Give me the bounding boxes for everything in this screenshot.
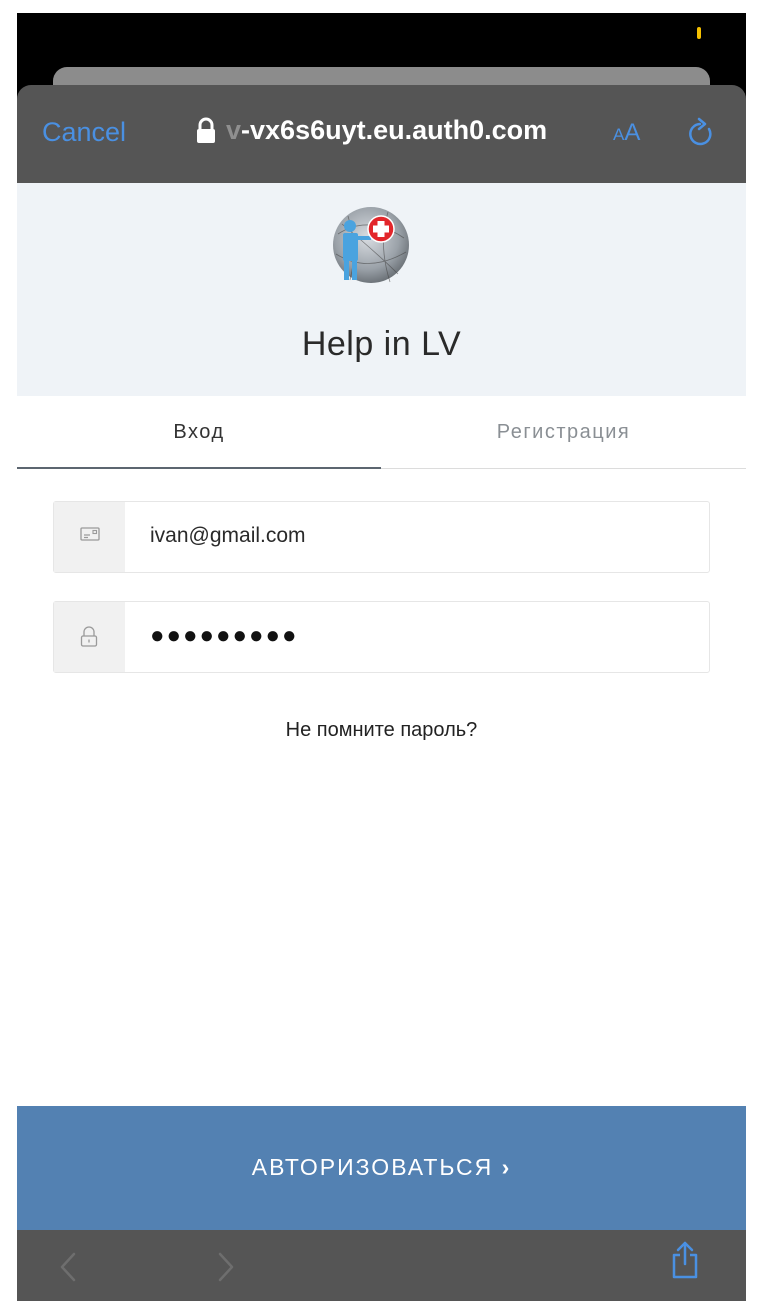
device-screen: Cancel v -vx6s6uyt.eu.auth0.com AA Help … — [17, 13, 746, 1301]
text-size-large-glyph: A — [624, 119, 641, 146]
browser-address-bar: Cancel v -vx6s6uyt.eu.auth0.com AA — [17, 85, 746, 183]
text-size-button[interactable]: AA — [613, 119, 640, 147]
reload-icon[interactable] — [687, 117, 717, 151]
share-icon[interactable] — [669, 1240, 701, 1280]
app-logo — [333, 207, 409, 283]
forward-chevron-icon[interactable] — [217, 1252, 235, 1282]
submit-label-wrap: АВТОРИЗОВАТЬСЯ › — [17, 1154, 746, 1181]
forgot-password-link[interactable]: Не помните пароль? — [17, 719, 746, 742]
login-page: Help in LV Вход Регистрация ivan@gmail.c… — [17, 183, 746, 1301]
auth-tabs: Вход Регистрация — [17, 396, 746, 469]
browser-toolbar — [17, 1230, 746, 1301]
password-field[interactable]: ●●●●●●●●● — [53, 601, 710, 673]
password-value: ●●●●●●●●● — [150, 622, 299, 649]
back-chevron-icon[interactable] — [59, 1252, 77, 1282]
text-size-small-glyph: A — [613, 125, 625, 144]
url-text: -vx6s6uyt.eu.auth0.com — [241, 115, 548, 145]
url-prefix: v — [226, 115, 242, 145]
password-icon-box — [54, 602, 125, 672]
header-panel: Help in LV — [17, 183, 746, 396]
app-title: Help in LV — [301, 325, 462, 363]
email-icon-box — [54, 502, 125, 572]
login-submit-button[interactable]: АВТОРИЗОВАТЬСЯ › — [17, 1106, 746, 1230]
submit-label: АВТОРИЗОВАТЬСЯ — [251, 1154, 494, 1180]
email-value: ivan@gmail.com — [150, 524, 306, 547]
cancel-button[interactable]: Cancel — [42, 117, 126, 148]
email-field[interactable]: ivan@gmail.com — [53, 501, 710, 573]
lock-icon — [197, 117, 215, 143]
tab-login[interactable]: Вход — [17, 396, 381, 469]
chevron-right-icon: › — [501, 1154, 512, 1180]
url-display[interactable]: v -vx6s6uyt.eu.auth0.com — [194, 115, 547, 146]
tab-signup[interactable]: Регистрация — [381, 396, 746, 468]
padlock-icon — [80, 626, 98, 647]
status-indicator — [697, 27, 701, 39]
envelope-icon — [80, 527, 100, 541]
